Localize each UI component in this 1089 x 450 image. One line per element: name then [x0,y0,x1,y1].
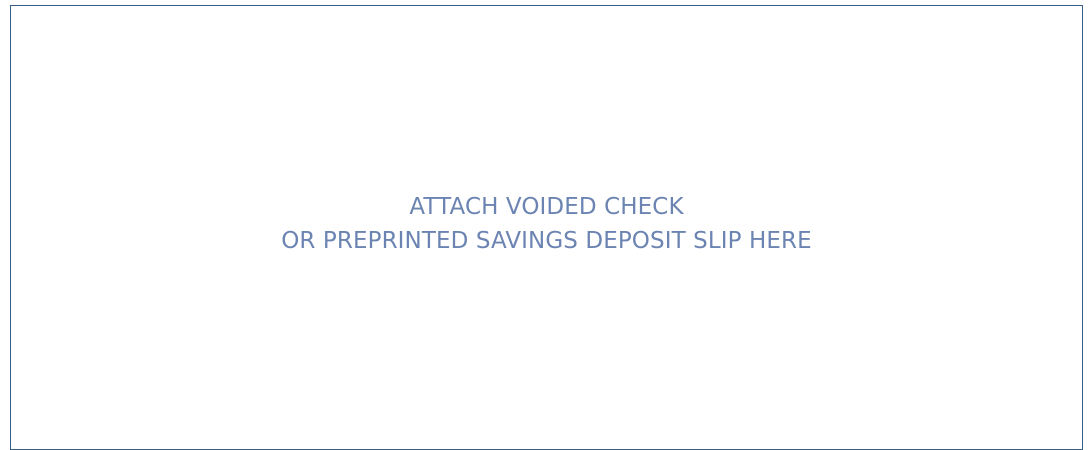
check-attachment-area: ATTACH VOIDED CHECK OR PREPRINTED SAVING… [10,5,1083,450]
instruction-line-2: OR PREPRINTED SAVINGS DEPOSIT SLIP HERE [281,228,812,254]
instruction-line-1: ATTACH VOIDED CHECK [409,194,684,220]
attachment-instructions: ATTACH VOIDED CHECK OR PREPRINTED SAVING… [11,190,1082,258]
